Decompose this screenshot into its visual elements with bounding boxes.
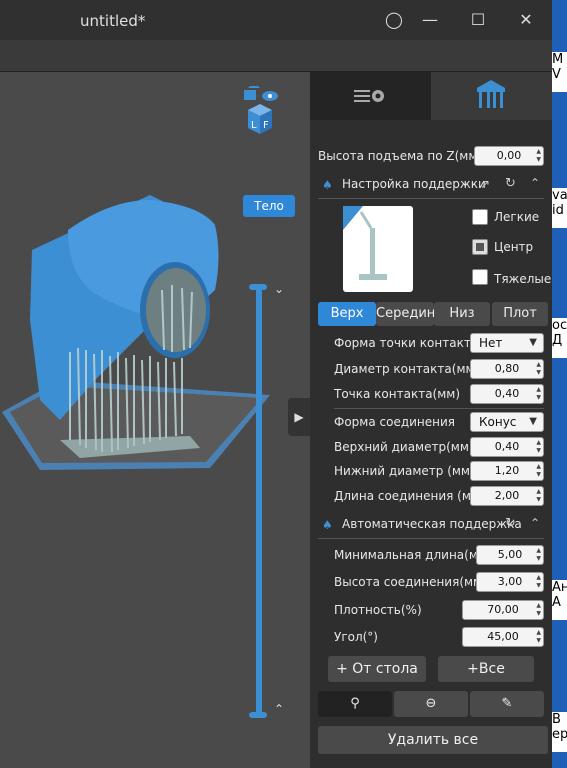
from-table-button[interactable]: + От стола	[328, 656, 426, 682]
support-edit-button[interactable]: ✎	[470, 691, 544, 717]
density-input[interactable]: 70,00 ▲ ▼	[462, 600, 544, 620]
layer-slider-top-handle[interactable]	[249, 284, 267, 290]
support-preview-image	[343, 206, 413, 292]
density-label: Плотность(%)	[334, 603, 422, 617]
menu-bar	[0, 40, 552, 72]
layer-slider-track[interactable]	[256, 286, 262, 716]
support-settings-title: Настройка поддержки	[342, 177, 486, 191]
svg-text:L: L	[251, 120, 257, 131]
contact-point-label: Точка контакта(мм)	[334, 387, 461, 401]
center-label: Центр	[494, 240, 534, 254]
panel-tabs	[310, 72, 552, 120]
account-icon[interactable]: ◯	[382, 8, 406, 32]
support-pin-icon: ⚲	[350, 696, 360, 711]
min-length-label: Минимальная длина(мм)	[334, 548, 492, 562]
tab-raft[interactable]: Плот	[492, 302, 548, 326]
chevron-down-icon: ▼	[529, 337, 537, 348]
light-label: Легкие	[494, 210, 540, 224]
min-length-input[interactable]: 5,00 ▲ ▼	[476, 545, 544, 565]
support-add-button[interactable]: ⚲	[318, 691, 392, 717]
desktop-icon-label[interactable]: Ан А	[552, 580, 567, 620]
support-setting-icon: ♠	[322, 178, 333, 192]
chevron-up-icon[interactable]: ⌃	[530, 176, 540, 190]
tab-middle[interactable]: Середина	[376, 302, 443, 326]
settings-tab[interactable]	[310, 72, 431, 120]
contact-shape-select[interactable]: Нет ▼	[470, 333, 544, 353]
window-title: untitled*	[80, 12, 146, 30]
lower-diameter-input[interactable]: 1,20 ▲ ▼	[470, 461, 544, 481]
refresh-icon[interactable]: ↻	[505, 516, 516, 531]
auto-support-header[interactable]: ♠ Автоматическая поддержка ↻ ⌃	[310, 512, 552, 538]
divider	[318, 538, 544, 539]
support-settings-header[interactable]: ♠ Настройка поддержки ↗ ↻ ⌃	[310, 172, 552, 198]
z-lift-label: Высота подъема по Z(мм)	[318, 149, 483, 163]
desktop-icon-label[interactable]: Вер	[552, 712, 567, 752]
lower-diameter-label: Нижний диаметр (мм)	[334, 464, 475, 478]
heavy-checkbox[interactable]	[472, 269, 488, 285]
connection-shape-select[interactable]: Конус ▼	[470, 412, 544, 432]
light-checkbox[interactable]	[472, 209, 488, 225]
delete-all-button[interactable]: Удалить все	[318, 726, 548, 754]
refresh-icon[interactable]: ↻	[505, 176, 516, 191]
support-pillars-icon	[477, 80, 505, 108]
add-all-button[interactable]: +Все	[438, 656, 534, 682]
support-remove-button[interactable]: ⊖	[394, 691, 468, 717]
support-panel: Высота подъема по Z(мм) 0,00 ▲ ▼ ♠ Настрой…	[310, 72, 552, 768]
center-checkbox[interactable]	[472, 239, 488, 255]
3d-viewport[interactable]: L F Тело ⌄ ⌃ ▶	[0, 72, 310, 768]
heavy-label: Тяжелые	[494, 272, 552, 286]
divider	[318, 198, 544, 199]
view-mode-button[interactable]: Тело	[243, 195, 295, 217]
support-tab[interactable]	[431, 72, 552, 120]
desktop-background	[552, 0, 567, 768]
angle-label: Угол(°)	[334, 630, 378, 644]
chevron-up-icon[interactable]: ⌃	[274, 702, 284, 716]
export-icon[interactable]: ↗	[480, 177, 490, 191]
connection-length-label: Длина соединения (мм)	[334, 489, 485, 503]
tab-top[interactable]: Верх	[318, 302, 376, 326]
minimize-button[interactable]: —	[418, 8, 442, 32]
auto-support-icon: ♠	[322, 518, 333, 532]
svg-text:F: F	[263, 120, 269, 131]
scene-canvas[interactable]	[0, 72, 310, 768]
auto-support-title: Автоматическая поддержка	[342, 517, 522, 531]
app-window: untitled* ◯ — ☐ ✕ L F Тело ⌄ ⌃ ▶ Высота …	[0, 0, 552, 768]
desktop-icon-label[interactable]: MV	[552, 52, 567, 92]
contact-shape-label: Форма точки контакта	[334, 336, 479, 350]
upper-diameter-label: Верхний диаметр(мм)	[334, 440, 474, 454]
connection-length-input[interactable]: 2,00 ▲ ▼	[470, 486, 544, 506]
connection-shape-label: Форма соединения	[334, 415, 456, 429]
contact-diameter-label: Диаметр контакта(мм)	[334, 362, 480, 376]
contact-point-input[interactable]: 0,40 ▲ ▼	[470, 384, 544, 404]
tab-bottom[interactable]: Низ	[434, 302, 490, 326]
connection-height-input[interactable]: 3,00 ▲ ▼	[476, 572, 544, 592]
connection-height-label: Высота соединения(мм)	[334, 575, 487, 589]
z-lift-input[interactable]: 0,00 ▲ ▼	[474, 146, 544, 166]
maximize-button[interactable]: ☐	[466, 8, 490, 32]
support-minus-icon: ⊖	[425, 696, 437, 711]
divider	[334, 408, 544, 409]
close-button[interactable]: ✕	[514, 8, 538, 32]
sliders-gear-icon	[354, 90, 384, 102]
view-cube-icon[interactable]: L F	[240, 82, 280, 140]
support-edit-icon: ✎	[501, 696, 513, 711]
angle-input[interactable]: 45,00 ▲ ▼	[462, 627, 544, 647]
contact-diameter-input[interactable]: 0,80 ▲ ▼	[470, 359, 544, 379]
chevron-down-icon: ▼	[529, 416, 537, 427]
desktop-icon-label[interactable]: va id	[552, 188, 567, 228]
desktop-icon-label[interactable]: ос Д	[552, 318, 567, 358]
chevron-up-icon[interactable]: ⌃	[530, 516, 540, 530]
layer-slider-bottom-handle[interactable]	[249, 712, 267, 718]
title-bar: untitled* ◯ — ☐ ✕	[0, 0, 552, 40]
upper-diameter-input[interactable]: 0,40 ▲ ▼	[470, 437, 544, 457]
collapse-panel-button[interactable]: ▶	[288, 398, 310, 436]
chevron-down-icon[interactable]: ⌄	[274, 282, 284, 296]
